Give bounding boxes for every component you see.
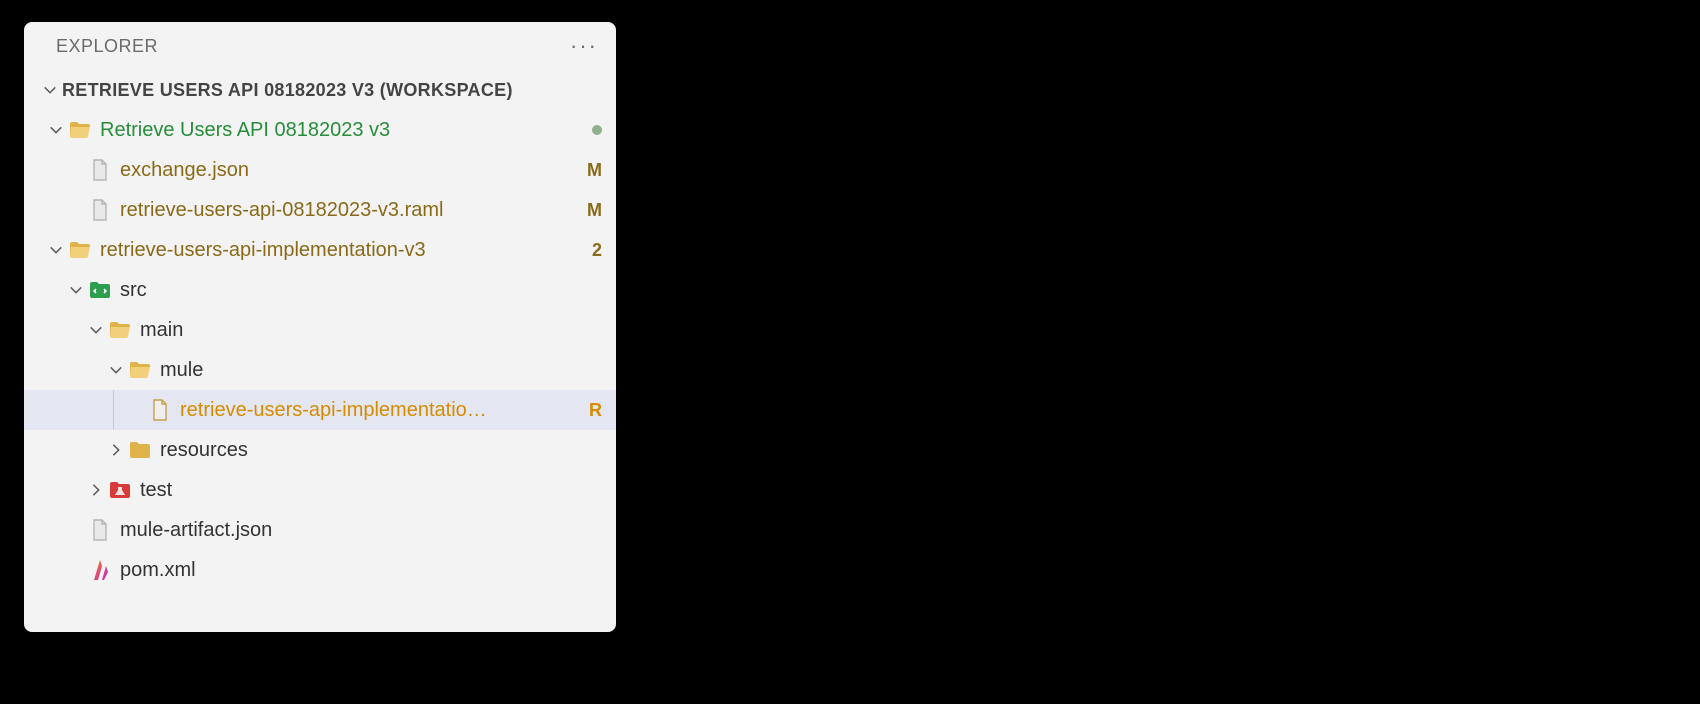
tree-item-folder-test[interactable]: test: [24, 470, 616, 510]
tree-item-project-retrieve-users-api[interactable]: Retrieve Users API 08182023 v3: [24, 110, 616, 150]
chevron-down-icon: [104, 363, 128, 377]
git-status-badge: R: [589, 400, 602, 421]
tree-item-file-implementation-xml[interactable]: retrieve-users-api-implementatio… R: [24, 390, 616, 430]
tree-item-file-exchange-json[interactable]: exchange.json M: [24, 150, 616, 190]
chevron-down-icon: [44, 123, 68, 137]
folder-test-icon: [108, 478, 132, 502]
tree-item-label: pom.xml: [120, 559, 602, 582]
chevron-right-icon: [84, 483, 108, 497]
tree-item-label: exchange.json: [120, 159, 579, 182]
chevron-down-icon: [44, 243, 68, 257]
folder-open-icon: [108, 318, 132, 342]
chevron-down-icon: [38, 83, 62, 97]
tree-item-label: main: [140, 319, 602, 342]
tree-item-project-implementation[interactable]: retrieve-users-api-implementation-v3 2: [24, 230, 616, 270]
tree-item-folder-main[interactable]: main: [24, 310, 616, 350]
tree-item-folder-src[interactable]: src: [24, 270, 616, 310]
indent-guide: [113, 390, 114, 430]
git-changes-count-badge: 2: [592, 240, 602, 261]
git-status-badge: M: [587, 160, 602, 181]
chevron-down-icon: [64, 283, 88, 297]
chevron-down-icon: [84, 323, 108, 337]
tree-item-file-pom-xml[interactable]: pom.xml: [24, 550, 616, 590]
folder-open-icon: [128, 358, 152, 382]
tree-item-file-mule-artifact[interactable]: mule-artifact.json: [24, 510, 616, 550]
tree-item-label: test: [140, 479, 602, 502]
workspace-section-title: RETRIEVE USERS API 08182023 V3 (WORKSPAC…: [62, 80, 513, 101]
tree-item-label: retrieve-users-api-08182023-v3.raml: [120, 199, 579, 222]
tree-item-label: resources: [160, 439, 602, 462]
explorer-panel: EXPLORER ··· RETRIEVE USERS API 08182023…: [24, 22, 616, 632]
tree-item-folder-resources[interactable]: resources: [24, 430, 616, 470]
tree-item-label: Retrieve Users API 08182023 v3: [100, 119, 584, 142]
file-icon: [148, 398, 172, 422]
file-icon: [88, 518, 112, 542]
file-icon: [88, 198, 112, 222]
folder-icon: [128, 438, 152, 462]
explorer-title: EXPLORER: [56, 36, 570, 57]
explorer-header: EXPLORER ···: [24, 22, 616, 70]
tree-item-label: src: [120, 279, 602, 302]
folder-src-icon: [88, 278, 112, 302]
tree-item-folder-mule[interactable]: mule: [24, 350, 616, 390]
tree-item-file-raml[interactable]: retrieve-users-api-08182023-v3.raml M: [24, 190, 616, 230]
git-status-badge: M: [587, 200, 602, 221]
tree-item-label: retrieve-users-api-implementation-v3: [100, 239, 584, 262]
explorer-more-button[interactable]: ···: [570, 35, 598, 57]
workspace-section-header[interactable]: RETRIEVE USERS API 08182023 V3 (WORKSPAC…: [24, 70, 616, 110]
tree-item-label: mule: [160, 359, 602, 382]
chevron-right-icon: [104, 443, 128, 457]
file-icon: [88, 158, 112, 182]
tree-item-label: retrieve-users-api-implementatio…: [180, 399, 581, 422]
folder-open-icon: [68, 238, 92, 262]
git-modified-dot-icon: [592, 125, 602, 135]
maven-icon: [88, 558, 112, 582]
tree-item-label: mule-artifact.json: [120, 519, 602, 542]
folder-open-icon: [68, 118, 92, 142]
